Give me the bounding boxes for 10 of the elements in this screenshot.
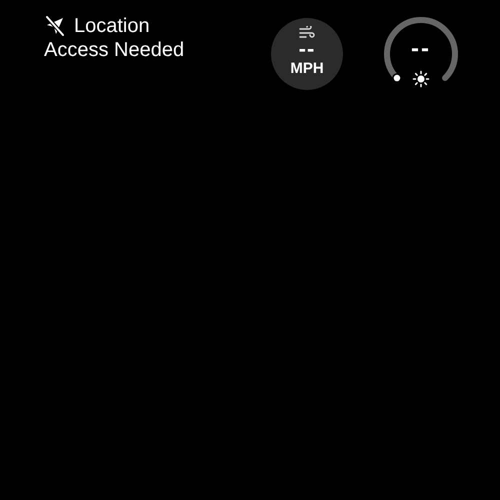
sun-icon — [412, 70, 430, 88]
location-notice: Location — [74, 14, 150, 38]
wind-complication[interactable]: -- MPH — [271, 18, 343, 90]
wind-icon — [299, 26, 315, 40]
gauge-indicator — [392, 73, 402, 83]
gauge-value: -- — [411, 35, 431, 62]
location-notice: Access Needed — [44, 38, 186, 62]
wind-value: -- — [298, 40, 316, 58]
location-off-icon — [44, 15, 66, 37]
wind-unit: MPH — [290, 60, 324, 78]
